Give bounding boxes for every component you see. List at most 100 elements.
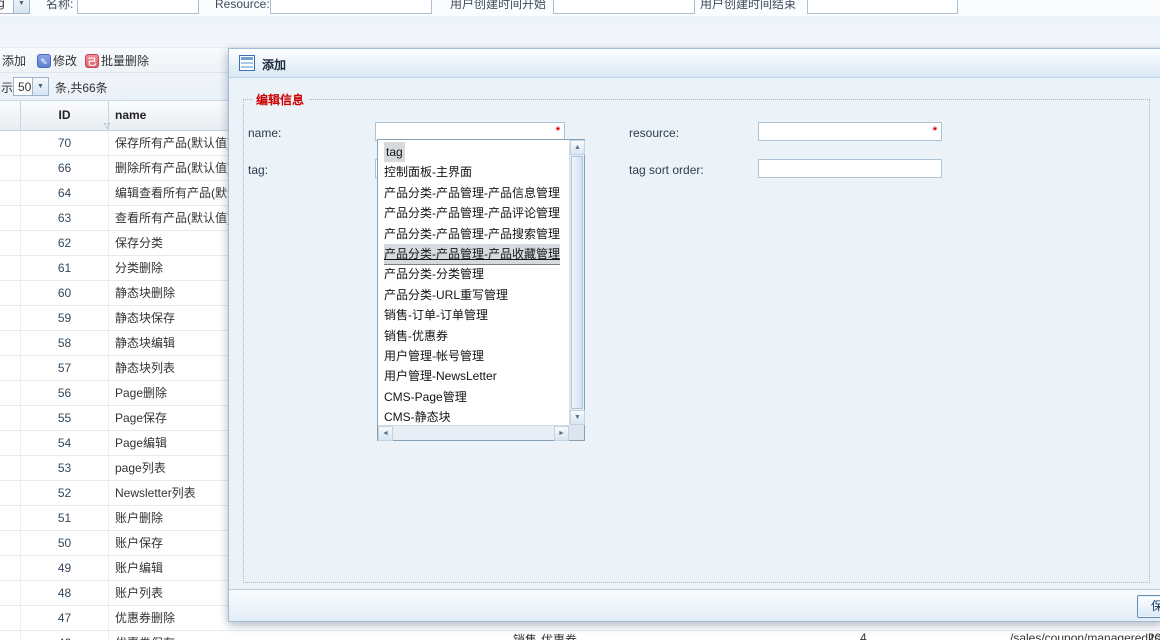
row46-resource-cell: /sales/coupon/managereditsave [1010, 631, 1160, 640]
row-checkbox-cell[interactable] [0, 556, 21, 580]
row-checkbox-cell[interactable] [0, 331, 21, 355]
row-id-cell: 60 [21, 281, 109, 305]
row46-tag-cell: 销售-优惠券 [513, 631, 577, 640]
row46-clipped-cell: 20 [1148, 631, 1160, 640]
row-name-cell: 账户删除 [109, 506, 163, 530]
row-checkbox-cell[interactable] [0, 456, 21, 480]
dropdown-item[interactable]: 销售-优惠券 [379, 326, 567, 346]
row-checkbox-cell[interactable] [0, 206, 21, 230]
dropdown-item[interactable]: 销售-订单-订单管理 [379, 305, 567, 325]
tag-sort-field-label: tag sort order: [629, 163, 704, 177]
row-checkbox-cell[interactable] [0, 381, 21, 405]
tag-sort-field-input[interactable] [758, 159, 942, 178]
row-checkbox-cell[interactable] [0, 506, 21, 530]
dialog-header[interactable]: 添加 [229, 49, 1160, 78]
row-name-cell: 保存所有产品(默认值) [109, 131, 231, 155]
row-id-cell: 58 [21, 331, 109, 355]
resource-field-input[interactable] [758, 122, 942, 141]
resource-field-label: resource: [629, 126, 679, 140]
page-size-value: 50 [18, 80, 31, 94]
row-checkbox-cell[interactable] [0, 406, 21, 430]
add-button[interactable]: 添加 [2, 53, 26, 69]
chevron-down-icon[interactable]: ▼ [13, 0, 29, 13]
horizontal-scrollbar[interactable]: ◄ ► [378, 425, 569, 440]
tag-dropdown-list: tag 控制面板-主界面 产品分类-产品管理-产品信息管理 产品分类-产品管理-… [377, 139, 585, 441]
row-name-cell: 静态块删除 [109, 281, 175, 305]
scrollbar-thumb[interactable] [571, 156, 583, 409]
row-name-cell: Page删除 [109, 381, 167, 405]
dropdown-item[interactable]: 控制面板-主界面 [379, 162, 567, 182]
edit-button[interactable]: 修改 [53, 53, 77, 69]
chevron-down-icon[interactable]: ▼ [32, 78, 48, 95]
header-name-cell[interactable]: name [109, 101, 146, 130]
scroll-left-icon[interactable]: ◄ [378, 426, 393, 441]
row-name-cell: page列表 [109, 456, 166, 480]
row-name-cell: Newsletter列表 [109, 481, 196, 505]
row-id-cell: 66 [21, 156, 109, 180]
vertical-scrollbar[interactable]: ▲ ▼ [569, 140, 584, 425]
row-checkbox-cell[interactable] [0, 156, 21, 180]
dropdown-item[interactable]: 产品分类-产品管理-产品信息管理 [379, 183, 567, 203]
created-start-input[interactable] [553, 0, 695, 14]
dropdown-item[interactable]: CMS-静态块 [379, 407, 567, 424]
dropdown-item[interactable]: 用户管理-NewsLetter [379, 366, 567, 386]
row-id-cell: 54 [21, 431, 109, 455]
created-end-input[interactable] [807, 0, 958, 14]
row-name-cell: 静态块保存 [109, 306, 175, 330]
header-id-cell[interactable]: ID ▽ [21, 101, 109, 130]
row-id-cell: 47 [21, 606, 109, 630]
row-checkbox-cell[interactable] [0, 606, 21, 630]
row-checkbox-cell[interactable] [0, 231, 21, 255]
row-checkbox-cell[interactable] [0, 131, 21, 155]
row-checkbox-cell[interactable] [0, 581, 21, 605]
filter-band [0, 16, 1160, 47]
dropdown-item[interactable]: CMS-Page管理 [379, 387, 567, 407]
edit-icon[interactable]: ✎ [37, 54, 51, 68]
scroll-right-icon[interactable]: ► [554, 426, 569, 441]
row-id-cell: 46 [21, 631, 109, 640]
resource-filter-input[interactable] [270, 0, 432, 14]
row-checkbox-cell[interactable] [0, 431, 21, 455]
row-checkbox-cell[interactable] [0, 356, 21, 380]
row-id-cell: 57 [21, 356, 109, 380]
row-name-cell: 账户编辑 [109, 556, 163, 580]
dropdown-item[interactable]: 产品分类-分类管理 [379, 264, 567, 284]
row-id-cell: 64 [21, 181, 109, 205]
row-checkbox-cell[interactable] [0, 481, 21, 505]
row-name-cell: 删除所有产品(默认值) [109, 156, 231, 180]
table-row[interactable]: 46 优惠券保存 [0, 631, 1160, 640]
row-name-cell: 保存分类 [109, 231, 163, 255]
row-checkbox-cell[interactable] [0, 181, 21, 205]
dropdown-item[interactable]: 产品分类-产品管理-产品搜索管理 [379, 224, 567, 244]
dropdown-item[interactable]: 产品分类-产品管理-产品收藏管理 [379, 244, 567, 264]
row-checkbox-cell[interactable] [0, 256, 21, 280]
batch-delete-button[interactable]: 批量删除 [101, 53, 149, 69]
row-checkbox-cell[interactable] [0, 281, 21, 305]
row-name-cell: 查看所有产品(默认值) [109, 206, 231, 230]
row-id-cell: 56 [21, 381, 109, 405]
scrollbar-corner [569, 425, 584, 440]
row-checkbox-cell[interactable] [0, 531, 21, 555]
page-size-combo[interactable]: 50 ▼ [13, 77, 49, 96]
tag-field-label: tag: [248, 163, 268, 177]
dropdown-item[interactable]: 产品分类-URL重写管理 [379, 285, 567, 305]
row-checkbox-cell[interactable] [0, 306, 21, 330]
add-dialog: 添加 编辑信息 name: * resource: * tag: tag sor… [228, 48, 1160, 622]
header-checkbox-cell[interactable] [0, 101, 21, 130]
row-name-cell: Page编辑 [109, 431, 167, 455]
batch-delete-icon[interactable]: 己 [85, 54, 99, 68]
scroll-down-icon[interactable]: ▼ [570, 410, 585, 425]
row-name-cell: 优惠券删除 [109, 606, 175, 630]
scroll-up-icon[interactable]: ▲ [570, 140, 585, 155]
row-name-cell: 静态块编辑 [109, 331, 175, 355]
dropdown-item[interactable]: tag [379, 142, 567, 162]
tag-filter-combo[interactable]: tag ▼ [0, 0, 30, 14]
pager-total-text: 条,共66条 [55, 79, 108, 96]
save-button[interactable]: 保存 [1137, 595, 1160, 618]
dropdown-item[interactable]: 用户管理-帐号管理 [379, 346, 567, 366]
row-name-cell: 静态块列表 [109, 356, 175, 380]
name-filter-input[interactable] [77, 0, 199, 14]
row-id-cell: 62 [21, 231, 109, 255]
dropdown-item[interactable]: 产品分类-产品管理-产品评论管理 [379, 203, 567, 223]
row-checkbox-cell[interactable] [0, 631, 21, 640]
